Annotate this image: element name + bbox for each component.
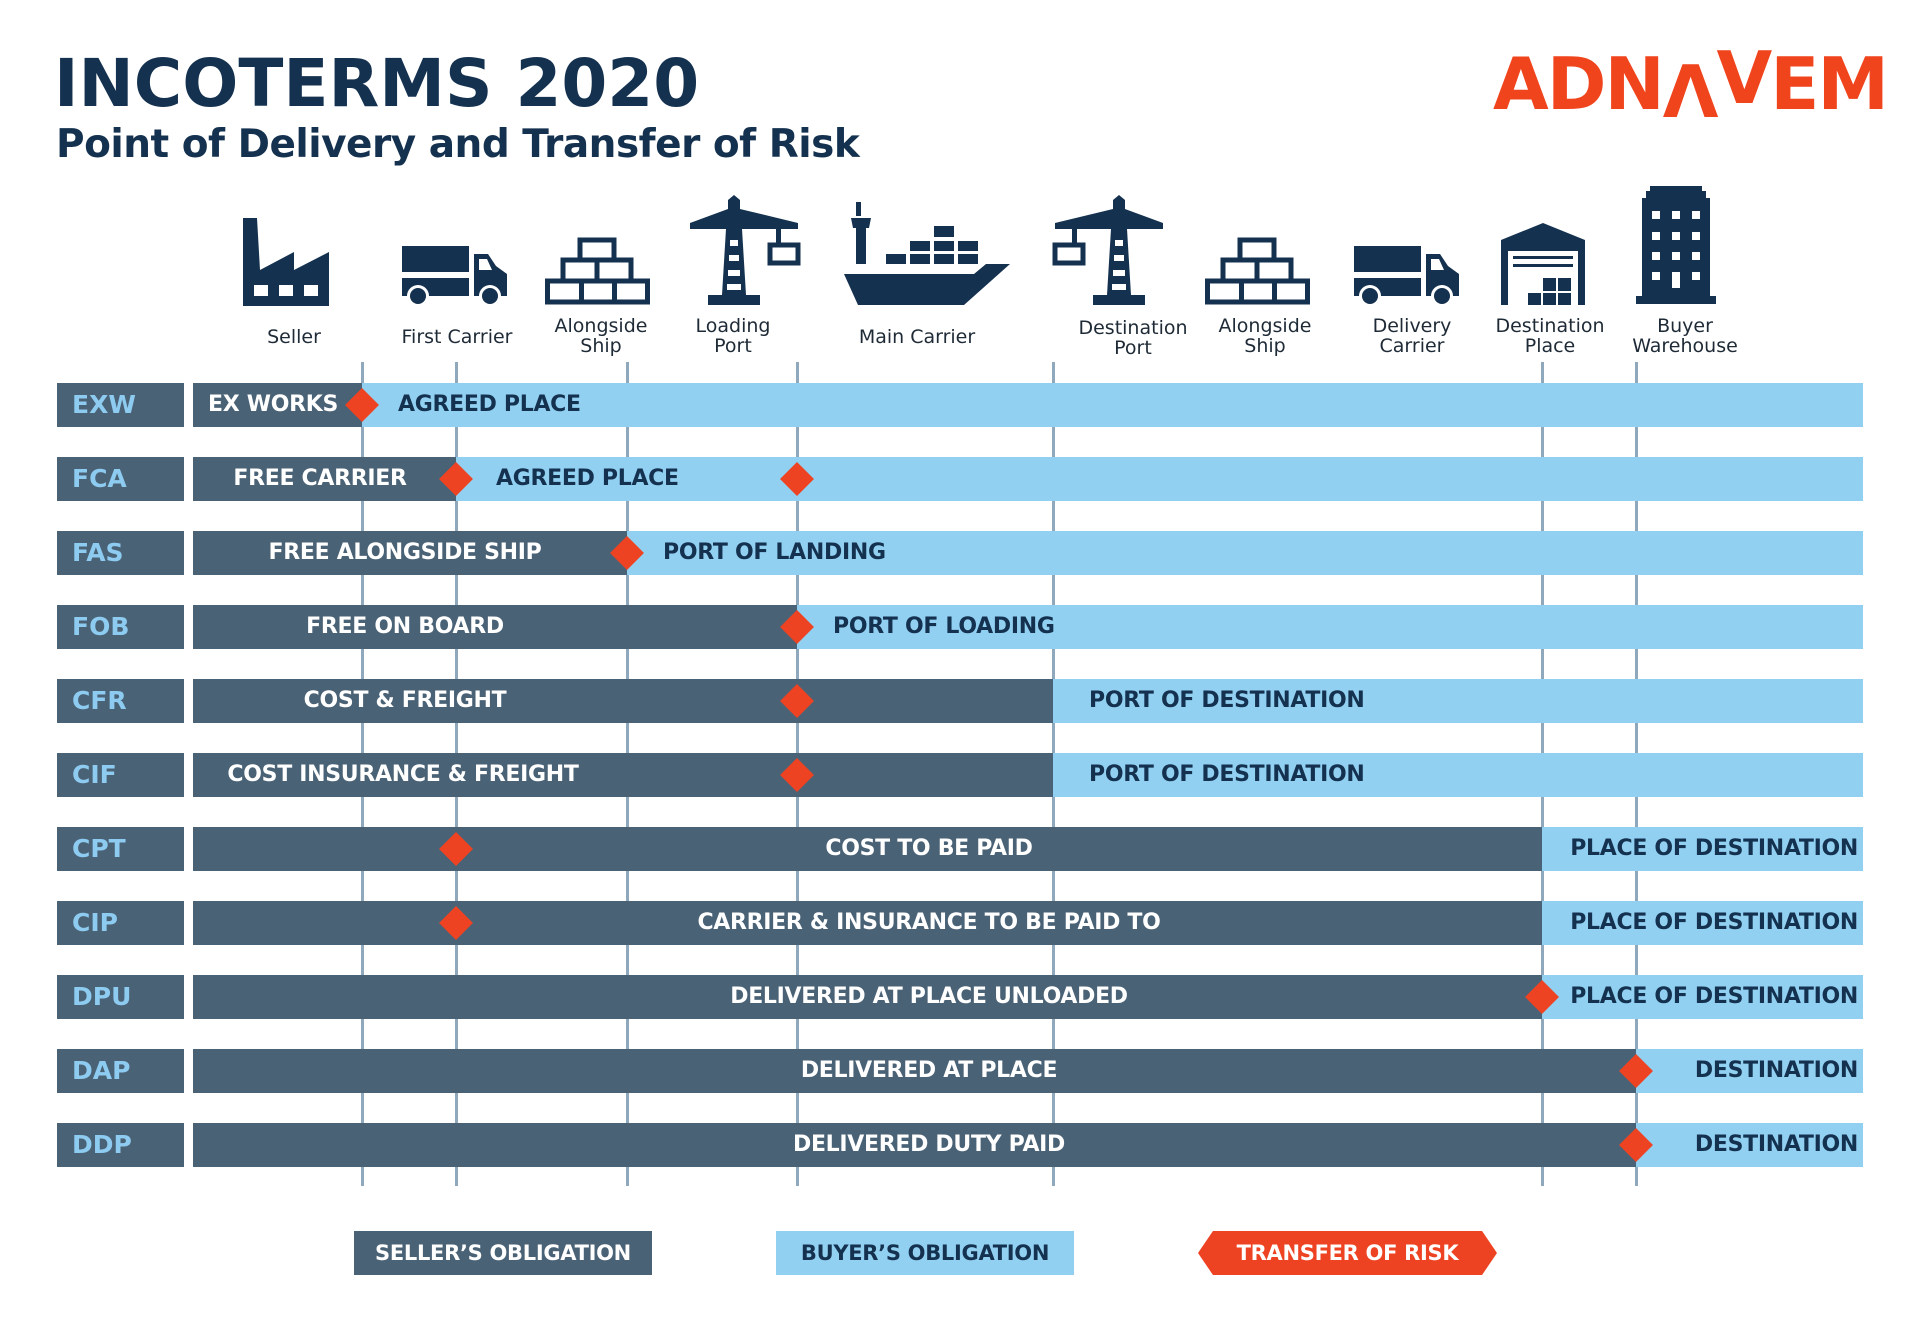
- term-code: EXW: [57, 383, 184, 427]
- stage-label-seller: Seller: [267, 326, 321, 348]
- seller-obligation-label: COST INSURANCE & FREIGHT: [227, 762, 579, 787]
- logo-part-lambda: Λ: [1662, 50, 1719, 134]
- buyer-obligation-label: PLACE OF DESTINATION: [1570, 984, 1858, 1009]
- seller-obligation-label: DELIVERED AT PLACE UNLOADED: [730, 984, 1128, 1009]
- stage-label-loading-port: Loading Port: [695, 315, 771, 357]
- legend-buyer-obligation: BUYER’S OBLIGATION: [776, 1231, 1074, 1275]
- warehouse-icon: [1501, 223, 1585, 305]
- logo-part-v: V: [1716, 36, 1772, 120]
- term-code: FAS: [57, 531, 184, 575]
- seller-obligation-label: EX WORKS: [208, 392, 339, 417]
- seller-obligation-label: COST TO BE PAID: [825, 836, 1033, 861]
- logo-part-em: EM: [1770, 42, 1889, 126]
- buyer-obligation-label: AGREED PLACE: [398, 392, 581, 417]
- buyer-obligation-label: PORT OF LOADING: [833, 614, 1055, 639]
- buyer-obligation-label: DESTINATION: [1694, 1058, 1858, 1083]
- term-code: DDP: [57, 1123, 184, 1167]
- container-ship-icon: [844, 202, 1010, 305]
- crane-icon: [1052, 195, 1163, 305]
- seller-obligation-label: FREE CARRIER: [233, 466, 407, 491]
- seller-obligation-label: DELIVERED DUTY PAID: [792, 1132, 1066, 1157]
- seller-obligation-label: DELIVERED AT PLACE: [800, 1058, 1058, 1083]
- term-code: FOB: [57, 605, 184, 649]
- buyer-obligation-label: PORT OF DESTINATION: [1089, 762, 1365, 787]
- page-subtitle: Point of Delivery and Transfer of Risk: [56, 122, 860, 167]
- buyer-obligation-label: PORT OF LANDING: [663, 540, 886, 565]
- pallet-stack-icon: [545, 237, 650, 305]
- stage-label-buyer-warehouse: Buyer Warehouse: [1632, 315, 1738, 357]
- legend-seller-obligation: SELLER’S OBLIGATION: [354, 1231, 652, 1275]
- crane-icon: [690, 195, 801, 305]
- term-code: DPU: [57, 975, 184, 1019]
- truck-icon: [402, 246, 507, 306]
- adnavem-logo: ADNΛVEM: [1493, 42, 1889, 128]
- logo-part-adn: ADN: [1493, 42, 1665, 126]
- term-code: CPT: [57, 827, 184, 871]
- seller-obligation-label: FREE ON BOARD: [306, 614, 504, 639]
- term-code: CIP: [57, 901, 184, 945]
- stage-label-alongside-ship-origin: Alongside Ship: [554, 315, 648, 357]
- term-code: FCA: [57, 457, 184, 501]
- stage-label-destination-place: Destination Place: [1495, 315, 1605, 357]
- stage-label-first-carrier: First Carrier: [401, 326, 513, 348]
- term-code: CIF: [57, 753, 184, 797]
- term-code: CFR: [57, 679, 184, 723]
- buyer-obligation-label: PLACE OF DESTINATION: [1570, 910, 1858, 935]
- buyer-obligation-label: AGREED PLACE: [496, 466, 679, 491]
- factory-icon: [243, 218, 329, 306]
- buyer-obligation-label: DESTINATION: [1694, 1132, 1858, 1157]
- office-building-icon: [1636, 186, 1716, 304]
- seller-obligation-label: CARRIER & INSURANCE TO BE PAID TO: [697, 910, 1161, 935]
- buyer-obligation-segment: [362, 383, 1863, 427]
- pallet-stack-icon: [1205, 237, 1310, 305]
- stage-label-delivery-carrier: Delivery Carrier: [1372, 315, 1452, 357]
- truck-icon: [1354, 246, 1459, 306]
- stage-label-destination-port: Destination Port: [1078, 317, 1188, 359]
- page-title: INCOTERMS 2020: [54, 45, 700, 122]
- stage-label-main-carrier: Main Carrier: [858, 326, 976, 348]
- seller-obligation-label: COST & FREIGHT: [303, 688, 507, 713]
- stage-label-alongside-ship-dest: Alongside Ship: [1218, 315, 1312, 357]
- buyer-obligation-label: PLACE OF DESTINATION: [1570, 836, 1858, 861]
- term-code: DAP: [57, 1049, 184, 1093]
- seller-obligation-label: FREE ALONGSIDE SHIP: [268, 540, 542, 565]
- buyer-obligation-label: PORT OF DESTINATION: [1089, 688, 1365, 713]
- legend-transfer-of-risk: TRANSFER OF RISK: [1198, 1231, 1497, 1275]
